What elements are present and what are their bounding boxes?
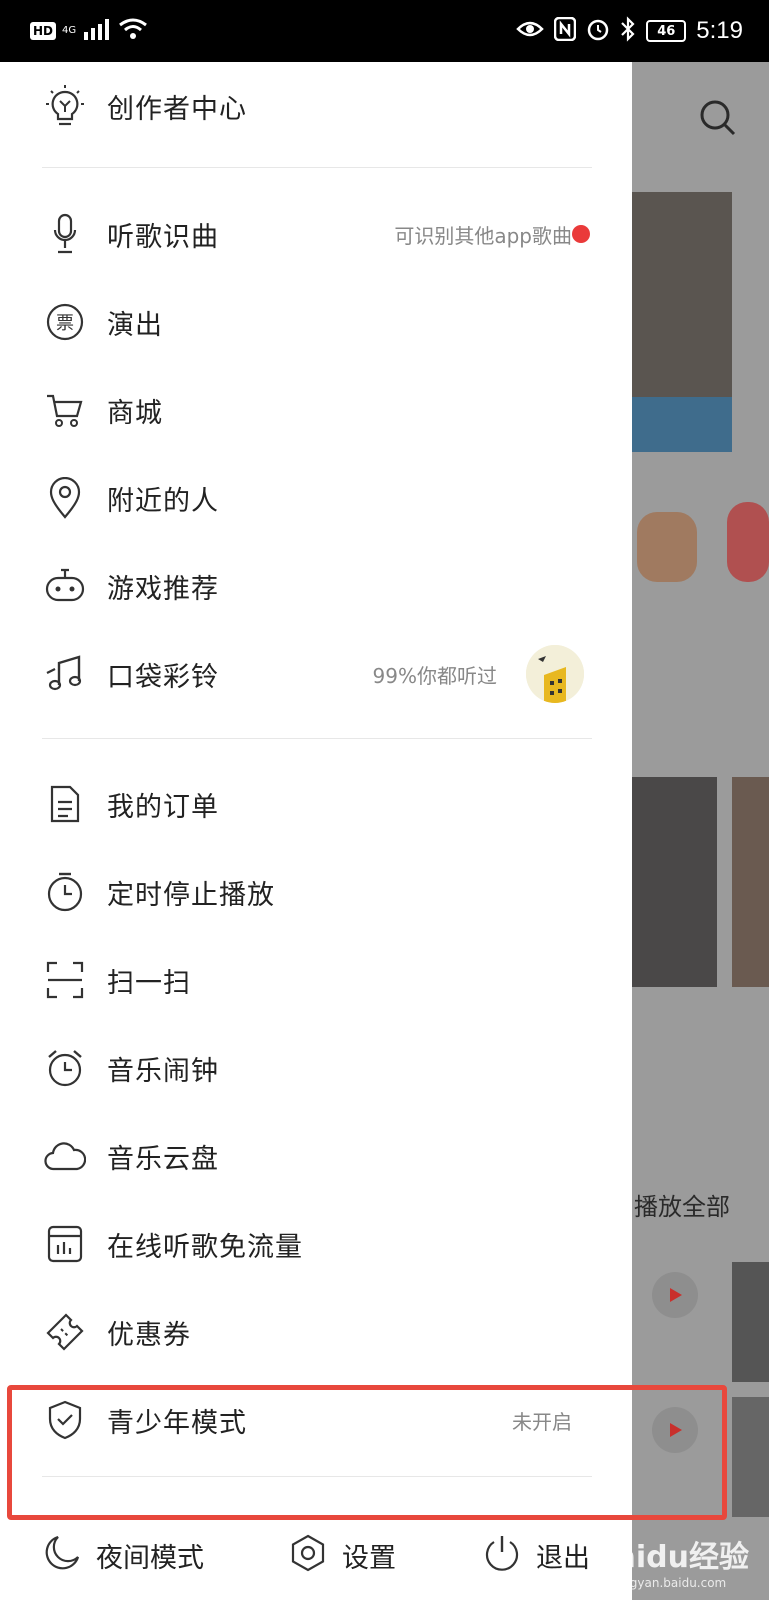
menu-item-scan[interactable]: 扫一扫 bbox=[0, 936, 632, 1024]
menu-item-label: 在线听歌免流量 bbox=[107, 1231, 303, 1263]
timer-icon bbox=[42, 869, 88, 915]
moon-icon bbox=[42, 1533, 82, 1577]
power-icon bbox=[482, 1533, 522, 1577]
play-icon[interactable] bbox=[652, 1272, 698, 1318]
menu-item-pocket-ringtone[interactable]: 口袋彩铃 99%你都听过 bbox=[0, 630, 632, 718]
night-mode-button[interactable]: 夜间模式 bbox=[42, 1510, 204, 1600]
notification-dot bbox=[572, 225, 590, 243]
settings-label: 设置 bbox=[342, 1542, 396, 1574]
ringtone-avatar bbox=[526, 645, 584, 703]
menu-item-label: 我的订单 bbox=[107, 791, 219, 823]
ticket-icon-glyph: 票 bbox=[56, 313, 74, 334]
song-cover bbox=[732, 777, 769, 987]
gear-icon bbox=[288, 1533, 328, 1577]
music-note-icon bbox=[42, 651, 88, 697]
clock: 5:19 bbox=[696, 17, 743, 44]
menu-item-label: 游戏推荐 bbox=[107, 573, 219, 605]
battery-indicator: 46 bbox=[646, 20, 687, 42]
side-drawer: 创作者中心 听歌识曲 可识别其他app歌曲 票 演出 商城 附近的人 游戏推荐 … bbox=[0, 62, 632, 1600]
menu-item-nearby-people[interactable]: 附近的人 bbox=[0, 454, 632, 542]
menu-item-music-alarm[interactable]: 音乐闹钟 bbox=[0, 1024, 632, 1112]
settings-button[interactable]: 设置 bbox=[288, 1510, 396, 1600]
location-pin-icon bbox=[42, 475, 88, 521]
watermark-brand: Baidu经验 bbox=[592, 1540, 749, 1575]
divider bbox=[42, 738, 592, 739]
ticket-icon: 票 bbox=[42, 299, 88, 345]
menu-item-label: 音乐闹钟 bbox=[107, 1055, 219, 1087]
menu-item-label: 优惠券 bbox=[107, 1319, 191, 1351]
menu-item-my-orders[interactable]: 我的订单 bbox=[0, 760, 632, 848]
menu-item-label: 附近的人 bbox=[107, 485, 219, 517]
menu-item-label: 商城 bbox=[107, 397, 163, 429]
eye-icon bbox=[516, 19, 545, 43]
sim-card-icon bbox=[42, 1221, 88, 1267]
nfc-icon bbox=[554, 16, 577, 45]
drawer-bottom-bar: 夜间模式 设置 退出 bbox=[0, 1510, 632, 1600]
scan-icon bbox=[42, 957, 88, 1003]
background-app[interactable]: 播放全部 bbox=[632, 62, 769, 1600]
menu-item-label: 定时停止播放 bbox=[107, 879, 275, 911]
status-bar: HD 4G 46 5:19 bbox=[0, 0, 769, 62]
song-cover bbox=[732, 1262, 769, 1382]
status-right: 46 5:19 bbox=[516, 14, 743, 48]
lightbulb-icon bbox=[42, 83, 88, 129]
night-mode-label: 夜间模式 bbox=[96, 1542, 204, 1574]
cloud-icon bbox=[42, 1133, 88, 1179]
alarm-status-icon bbox=[586, 17, 610, 45]
status-left: HD 4G bbox=[30, 16, 148, 46]
playlist-cover bbox=[637, 512, 697, 582]
play-all-text: 播放全部 bbox=[634, 1193, 730, 1221]
menu-item-mall[interactable]: 商城 bbox=[0, 366, 632, 454]
menu-item-creator-center[interactable]: 创作者中心 bbox=[0, 62, 632, 150]
hd-badge: HD bbox=[30, 22, 57, 40]
search-icon bbox=[698, 98, 738, 142]
menu-item-shows[interactable]: 票 演出 bbox=[0, 278, 632, 366]
menu-item-game-recommend[interactable]: 游戏推荐 bbox=[0, 542, 632, 630]
menu-item-free-data[interactable]: 在线听歌免流量 bbox=[0, 1200, 632, 1288]
cart-icon bbox=[42, 387, 88, 433]
menu-item-label: 扫一扫 bbox=[107, 967, 191, 999]
bluetooth-icon bbox=[620, 16, 636, 46]
menu-item-song-recognition[interactable]: 听歌识曲 可识别其他app歌曲 bbox=[0, 190, 632, 278]
alarm-clock-icon bbox=[42, 1045, 88, 1091]
highlight-box bbox=[7, 1385, 727, 1520]
watermark-url: jingyan.baidu.com bbox=[615, 1576, 727, 1590]
menu-item-hint: 99%你都听过 bbox=[372, 663, 497, 688]
logout-label: 退出 bbox=[536, 1542, 590, 1574]
menu-item-label: 口袋彩铃 bbox=[107, 661, 219, 693]
wifi-icon bbox=[118, 17, 148, 45]
menu-item-coupons[interactable]: 优惠券 bbox=[0, 1288, 632, 1376]
menu-item-sleep-timer[interactable]: 定时停止播放 bbox=[0, 848, 632, 936]
banner-strip bbox=[632, 397, 732, 452]
menu-item-hint: 可识别其他app歌曲 bbox=[394, 223, 572, 248]
signal-icon bbox=[82, 18, 112, 44]
song-cover bbox=[732, 1397, 769, 1517]
divider bbox=[42, 167, 592, 168]
watermark: Baidu经验 jingyan.baidu.com bbox=[593, 1532, 749, 1590]
menu-item-label: 音乐云盘 bbox=[107, 1143, 219, 1175]
menu-item-label: 演出 bbox=[107, 309, 163, 341]
document-icon bbox=[42, 781, 88, 827]
menu-item-label: 听歌识曲 bbox=[107, 221, 219, 253]
song-cover bbox=[632, 777, 717, 987]
menu-item-label: 创作者中心 bbox=[107, 93, 247, 125]
game-controller-icon bbox=[42, 563, 88, 609]
menu-item-music-cloud[interactable]: 音乐云盘 bbox=[0, 1112, 632, 1200]
network-type: 4G bbox=[62, 25, 77, 36]
microphone-icon bbox=[42, 211, 88, 257]
playlist-cover bbox=[727, 502, 769, 582]
coupon-icon bbox=[42, 1309, 88, 1355]
logout-button[interactable]: 退出 bbox=[482, 1510, 590, 1600]
